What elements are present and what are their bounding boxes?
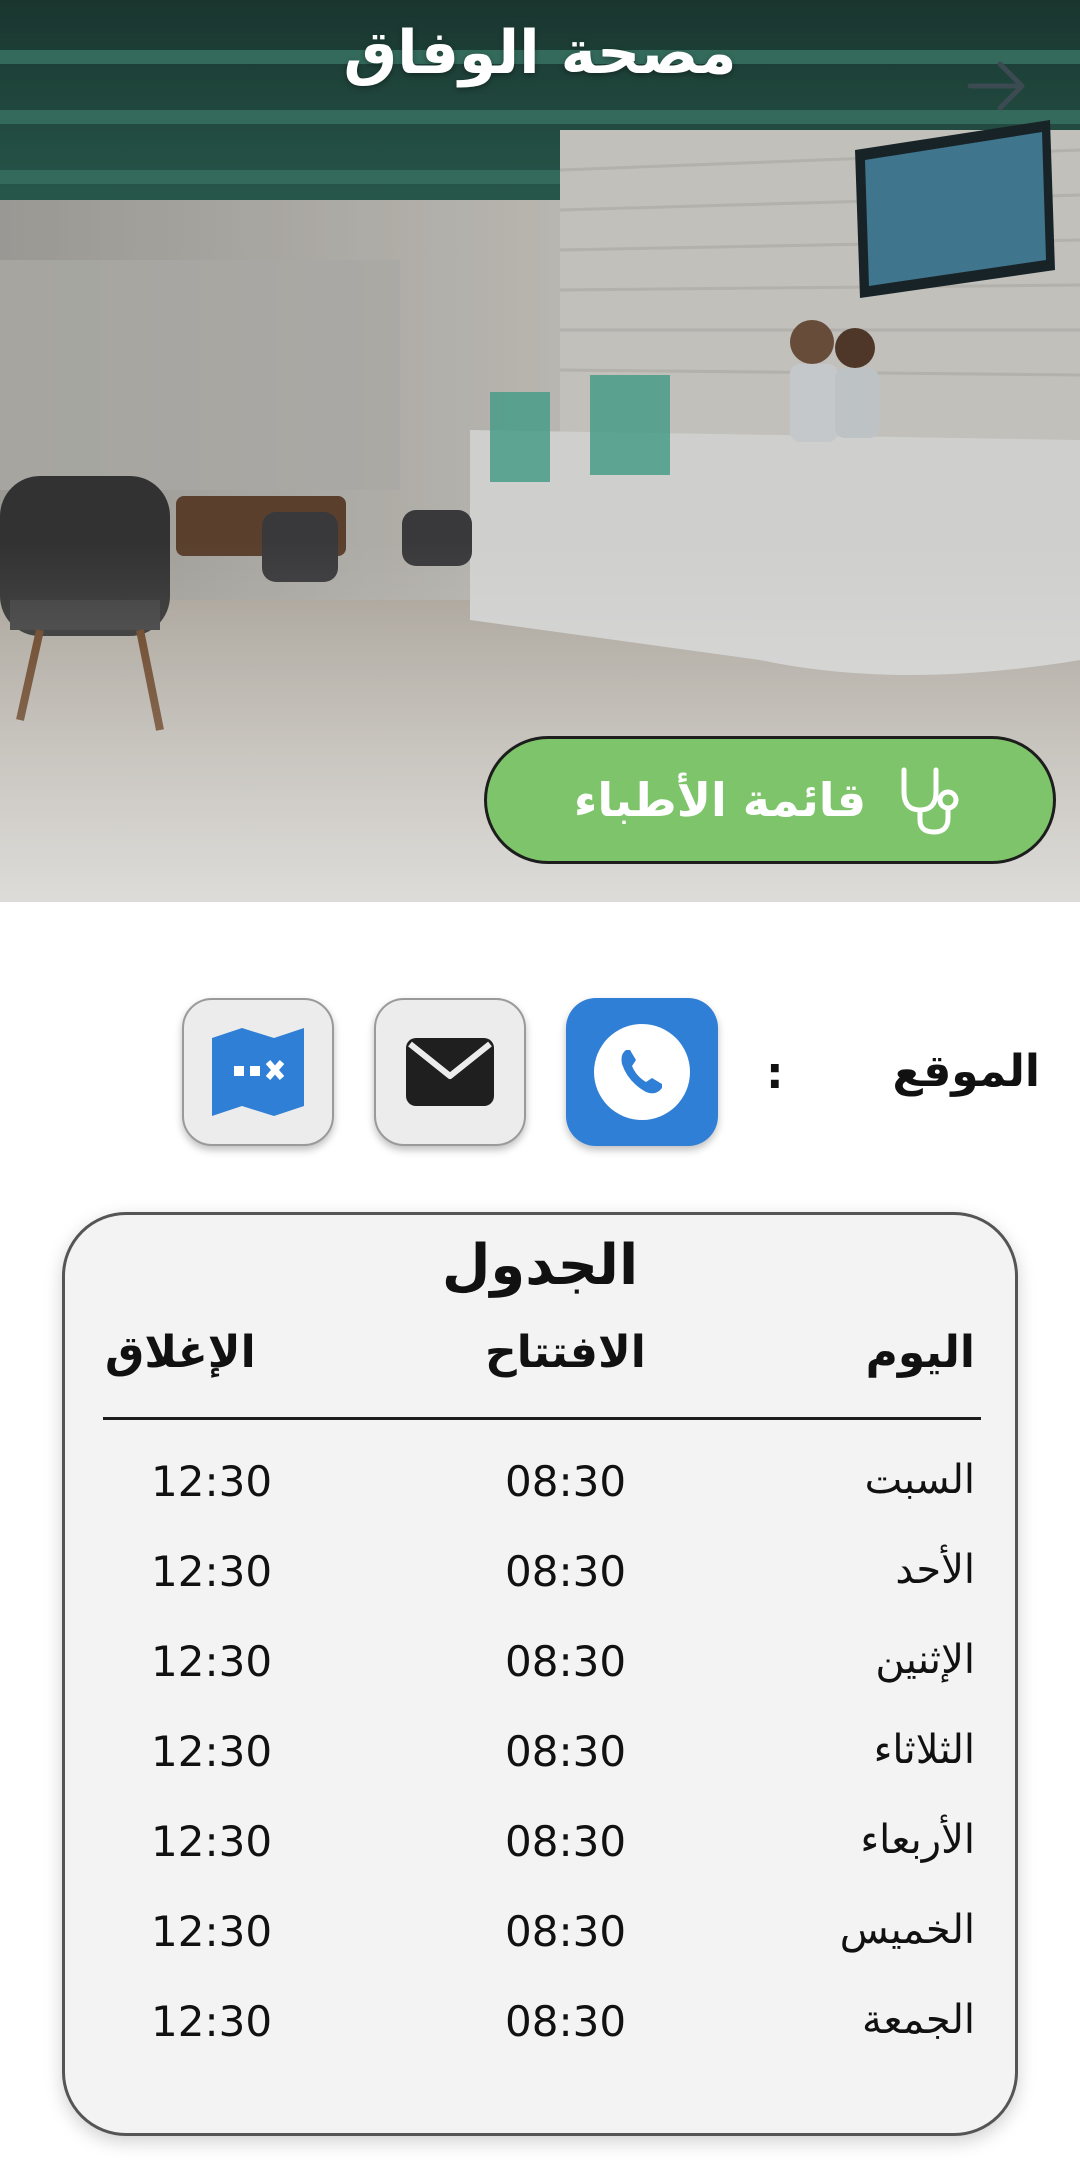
- close-time-cell: 12:30: [151, 1997, 273, 2046]
- doctors-list-button[interactable]: قائمة الأطباء: [484, 736, 1056, 864]
- open-time-cell: 08:30: [505, 1817, 627, 1866]
- schedule-title: الجدول: [441, 1233, 639, 1298]
- table-row: الأحد 08:30 12:30: [65, 1547, 1015, 1637]
- open-time-cell: 08:30: [505, 1547, 627, 1596]
- close-time-cell: 12:30: [151, 1637, 273, 1686]
- table-row: السبت 08:30 12:30: [65, 1457, 1015, 1547]
- map-icon: [212, 1028, 304, 1116]
- map-button[interactable]: [182, 998, 334, 1146]
- day-cell: الأربعاء: [860, 1817, 975, 1863]
- page-title: مصحة الوفاق: [343, 18, 737, 88]
- table-row: الأربعاء 08:30 12:30: [65, 1817, 1015, 1907]
- table-row: الثلاثاء 08:30 12:30: [65, 1727, 1015, 1817]
- close-time-cell: 12:30: [151, 1817, 273, 1866]
- day-cell: الخميس: [839, 1907, 975, 1953]
- close-time-cell: 12:30: [151, 1727, 273, 1776]
- table-row: الإثنين 08:30 12:30: [65, 1637, 1015, 1727]
- hero-image: مصحة الوفاق قائمة الأطباء: [0, 0, 1080, 902]
- arrow-right-icon[interactable]: [962, 56, 1032, 116]
- mail-icon: [406, 1038, 494, 1106]
- header-divider: [103, 1417, 981, 1420]
- column-header-day: اليوم: [865, 1327, 975, 1378]
- open-time-cell: 08:30: [505, 1457, 627, 1506]
- location-label: الموقع: [892, 1046, 1040, 1097]
- day-cell: السبت: [864, 1457, 975, 1503]
- open-time-cell: 08:30: [505, 1727, 627, 1776]
- phone-icon: [594, 1024, 690, 1120]
- schedule-card: الجدول اليوم الافتتاح الإغلاق السبت 08:3…: [62, 1212, 1018, 2136]
- close-time-cell: 12:30: [151, 1457, 273, 1506]
- day-cell: الثلاثاء: [873, 1727, 975, 1773]
- column-header-close: الإغلاق: [105, 1327, 256, 1378]
- day-cell: الإثنين: [875, 1637, 975, 1683]
- mail-button[interactable]: [374, 998, 526, 1146]
- open-time-cell: 08:30: [505, 1637, 627, 1686]
- doctors-list-label: قائمة الأطباء: [573, 773, 867, 827]
- day-cell: الجمعة: [862, 1997, 975, 2043]
- day-cell: الأحد: [895, 1547, 975, 1593]
- open-time-cell: 08:30: [505, 1907, 627, 1956]
- table-row: الجمعة 08:30 12:30: [65, 1997, 1015, 2087]
- close-time-cell: 12:30: [151, 1907, 273, 1956]
- location-separator: :: [766, 1048, 784, 1099]
- column-header-open: الافتتاح: [485, 1327, 646, 1378]
- phone-button[interactable]: [566, 998, 718, 1146]
- stethoscope-icon: [901, 767, 959, 835]
- close-time-cell: 12:30: [151, 1547, 273, 1596]
- open-time-cell: 08:30: [505, 1997, 627, 2046]
- schedule-rows: السبت 08:30 12:30 الأحد 08:30 12:30 الإث…: [65, 1457, 1015, 2087]
- table-row: الخميس 08:30 12:30: [65, 1907, 1015, 1997]
